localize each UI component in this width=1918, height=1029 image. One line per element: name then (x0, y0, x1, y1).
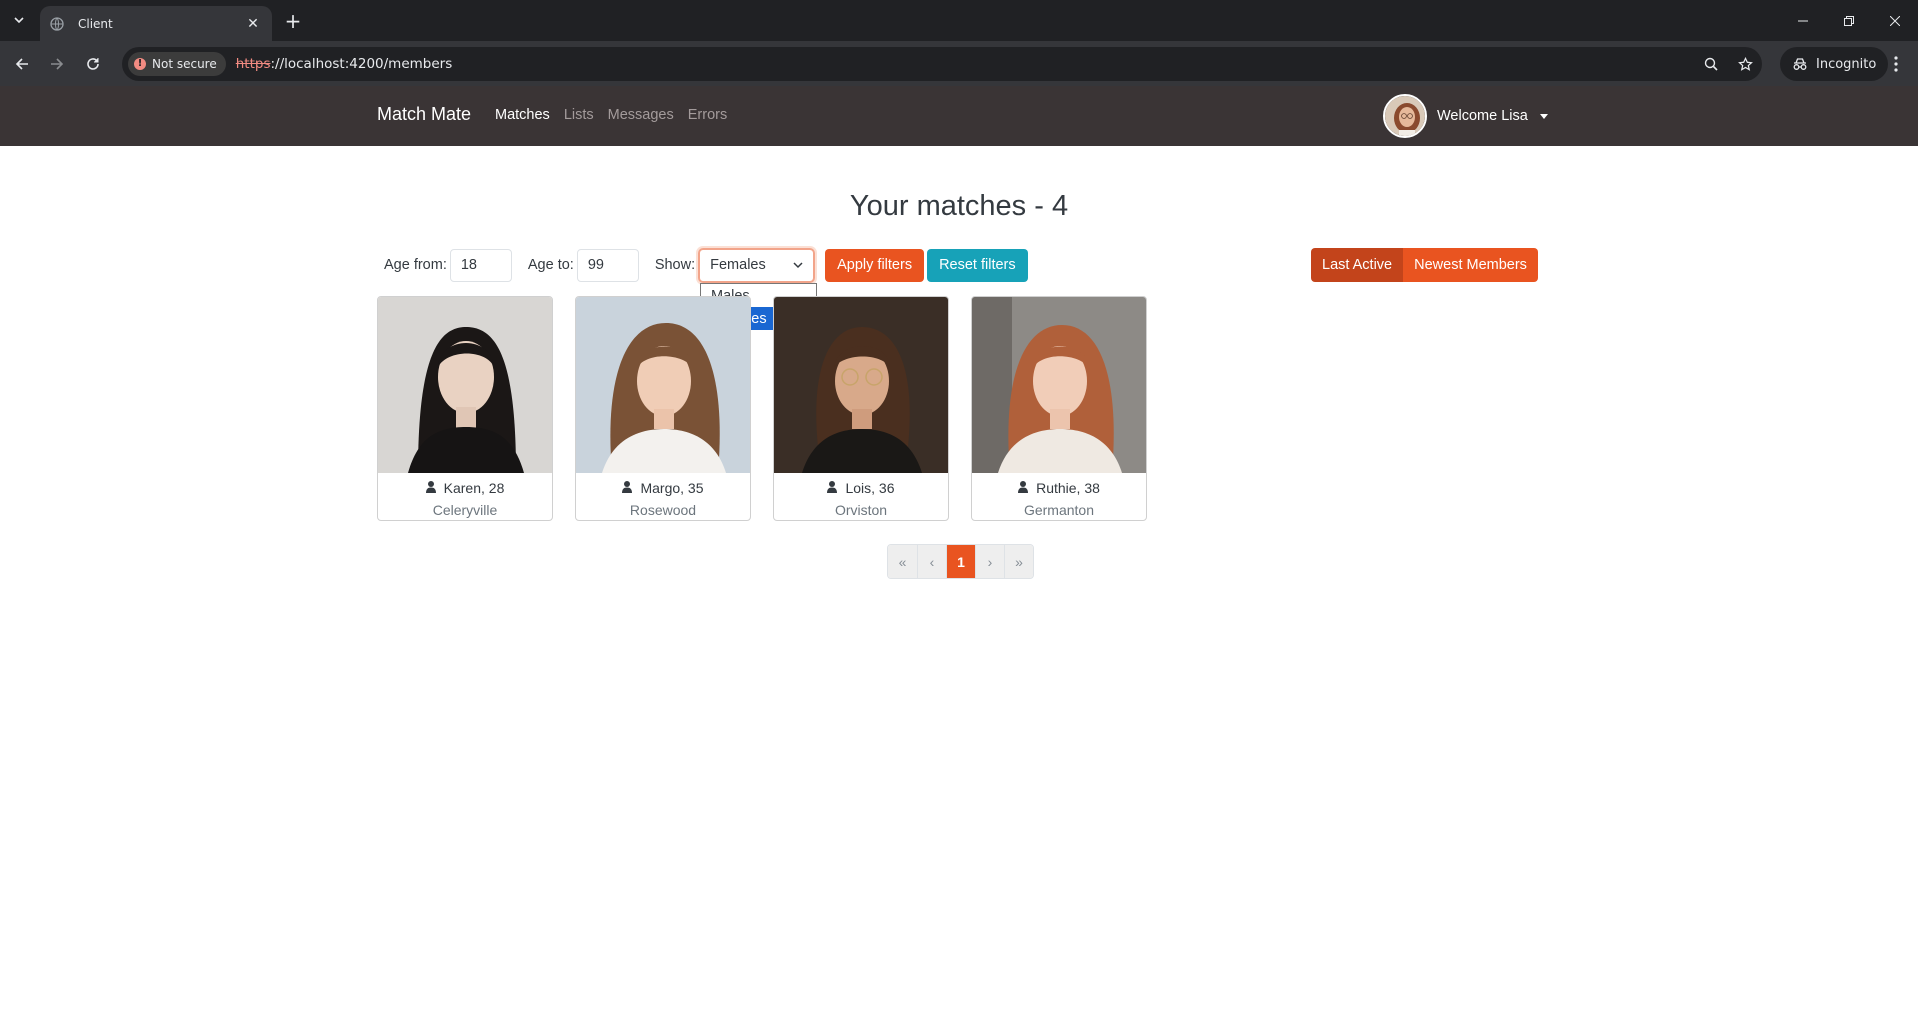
tab-title: Client (78, 16, 113, 31)
member-photo[interactable] (576, 297, 750, 473)
address-bar[interactable]: ! Not secure https://localhost:4200/memb… (122, 47, 1762, 81)
reset-filters-button[interactable]: Reset filters (927, 248, 1028, 282)
brand-link[interactable]: Match Mate (377, 104, 471, 125)
restore-icon[interactable] (1826, 0, 1872, 41)
window-controls (1780, 0, 1918, 41)
omnibox-actions (1694, 47, 1762, 81)
security-label: Not secure (152, 57, 217, 71)
avatar[interactable] (1383, 94, 1427, 138)
member-name: Ruthie, 38 (1036, 480, 1100, 496)
nav-link-messages[interactable]: Messages (608, 107, 674, 123)
apply-filters-button[interactable]: Apply filters (825, 248, 925, 282)
pagination-first[interactable]: « (888, 545, 917, 578)
chevron-down-icon (793, 261, 803, 268)
nav-link-lists[interactable]: Lists (564, 107, 594, 123)
member-cards: Karen, 28 Celeryville Margo, 35 Rosewood (377, 296, 1147, 521)
incognito-label: Incognito (1816, 56, 1877, 72)
browser-toolbar: ! Not secure https://localhost:4200/memb… (0, 41, 1918, 86)
member-photo[interactable] (774, 297, 948, 473)
browser-tab[interactable]: Client ✕ (40, 6, 272, 41)
close-window-icon[interactable] (1872, 0, 1918, 41)
member-name: Margo, 35 (640, 480, 704, 496)
reload-icon[interactable] (81, 52, 105, 76)
member-city: Rosewood (629, 502, 697, 518)
pagination-prev[interactable]: ‹ (917, 545, 946, 578)
member-card[interactable]: Ruthie, 38 Germanton (971, 296, 1147, 521)
member-card[interactable]: Margo, 35 Rosewood (575, 296, 751, 521)
user-icon (827, 480, 838, 496)
member-city: Germanton (1023, 502, 1095, 518)
age-from-label: Age from: (384, 257, 447, 273)
caret-down-icon[interactable] (1539, 113, 1548, 119)
nav-link-matches[interactable]: Matches (495, 107, 550, 123)
show-label: Show: (654, 257, 696, 273)
member-card[interactable]: Lois, 36 Orviston (773, 296, 949, 521)
warning-icon: ! (134, 58, 146, 70)
pagination-page-1[interactable]: 1 (946, 545, 975, 578)
url-path: ://localhost:4200/members (270, 56, 453, 72)
url-text[interactable]: https://localhost:4200/members (236, 56, 453, 72)
member-name: Karen, 28 (443, 480, 505, 496)
tab-search-icon[interactable] (6, 9, 32, 31)
bookmark-star-icon[interactable] (1728, 47, 1762, 81)
nav-links: Matches Lists Messages Errors (495, 107, 727, 123)
member-name: Lois, 36 (845, 480, 895, 496)
back-icon[interactable] (10, 52, 34, 76)
minimize-icon[interactable] (1780, 0, 1826, 41)
browser-tabstrip: Client ✕ + (0, 0, 1918, 41)
browser-menu-icon[interactable] (1884, 52, 1908, 76)
age-from-input[interactable]: 18 (449, 248, 512, 282)
tab-close-icon[interactable]: ✕ (244, 16, 262, 32)
user-menu[interactable]: Welcome Lisa (1383, 94, 1548, 138)
incognito-badge[interactable]: Incognito (1780, 47, 1889, 81)
security-chip[interactable]: ! Not secure (128, 52, 226, 76)
user-icon (622, 480, 633, 496)
pagination-last[interactable]: » (1004, 545, 1033, 578)
member-city: Orviston (834, 502, 888, 518)
member-city: Celeryville (432, 502, 498, 518)
pagination-next[interactable]: › (975, 545, 1004, 578)
gender-select[interactable]: Females (698, 247, 816, 283)
age-to-input[interactable]: 99 (576, 248, 639, 282)
filter-form: Age from: 18 Age to: 99 Show: Females Ap… (384, 247, 1031, 283)
incognito-icon (1793, 58, 1807, 70)
member-card[interactable]: Karen, 28 Celeryville (377, 296, 553, 521)
member-photo[interactable] (378, 297, 552, 473)
url-scheme: https (235, 56, 271, 72)
zoom-icon[interactable] (1694, 47, 1728, 81)
page-title: Your matches - 4 (849, 190, 1069, 222)
app-navbar: Match Mate Matches Lists Messages Errors… (0, 86, 1918, 146)
age-to-label: Age to: (527, 257, 574, 273)
last-active-button[interactable]: Last Active (1311, 248, 1404, 282)
new-tab-icon[interactable]: + (282, 9, 304, 33)
pagination: « ‹ 1 › » (887, 544, 1034, 579)
forward-icon[interactable] (45, 52, 69, 76)
user-icon (1018, 480, 1029, 496)
member-photo[interactable] (972, 297, 1146, 473)
gender-select-value: Females (710, 257, 766, 273)
user-icon (425, 480, 436, 496)
order-by-group: Last Active Newest Members (1311, 248, 1538, 282)
welcome-text[interactable]: Welcome Lisa (1437, 108, 1528, 124)
globe-icon (50, 16, 66, 32)
newest-members-button[interactable]: Newest Members (1403, 248, 1538, 282)
nav-link-errors[interactable]: Errors (688, 107, 727, 123)
